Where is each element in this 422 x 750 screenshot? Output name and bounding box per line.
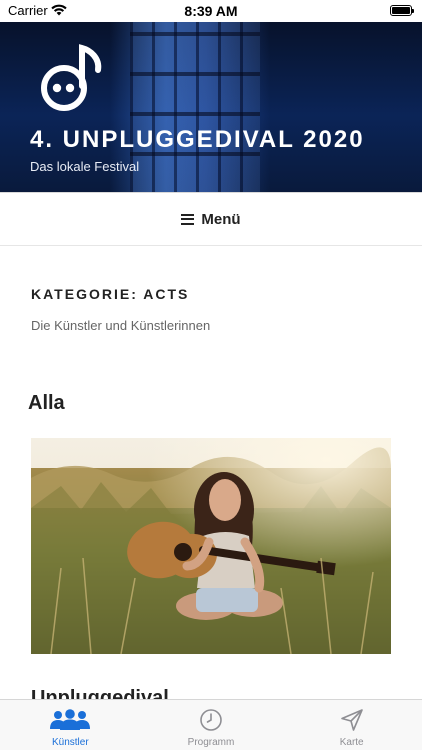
menu-bar: Menü bbox=[0, 192, 422, 246]
menu-button[interactable]: Menü bbox=[181, 210, 241, 228]
site-header: 4. UNPLUGGEDIVAL 2020 Das lokale Festiva… bbox=[0, 22, 422, 192]
tab-kuenstler[interactable]: Künstler bbox=[0, 700, 141, 750]
post-title[interactable]: Alla bbox=[28, 392, 65, 415]
tab-label-karte: Karte bbox=[339, 737, 364, 748]
category-title: KATEGORIE: ACTS bbox=[31, 286, 190, 302]
tab-programm[interactable]: Programm bbox=[141, 700, 282, 750]
tab-karte[interactable]: Karte bbox=[281, 700, 422, 750]
tab-label-programm: Programm bbox=[187, 737, 235, 748]
artist-photo[interactable] bbox=[31, 438, 391, 654]
main-content[interactable]: KATEGORIE: ACTS Die Künstler und Künstle… bbox=[0, 247, 422, 699]
category-description: Die Künstler und Künstlerinnen bbox=[31, 318, 211, 333]
menu-label: Menü bbox=[201, 210, 241, 228]
status-bar: Carrier 8:39 AM bbox=[0, 0, 422, 22]
site-subtitle: Das lokale Festival bbox=[30, 159, 140, 174]
people-icon bbox=[49, 708, 91, 732]
music-note-face-logo[interactable] bbox=[40, 42, 104, 112]
navigation-arrow-icon bbox=[340, 708, 364, 732]
next-post-title[interactable]: Unpluggedival bbox=[31, 687, 169, 699]
clock-time: 8:39 AM bbox=[184, 3, 238, 19]
clock-icon bbox=[199, 708, 223, 732]
site-title[interactable]: 4. UNPLUGGEDIVAL 2020 bbox=[30, 126, 365, 154]
hamburger-icon bbox=[181, 213, 195, 225]
battery-icon bbox=[390, 5, 414, 16]
tab-bar: Künstler Programm Karte bbox=[0, 699, 422, 750]
tab-label-kuenstler: Künstler bbox=[51, 737, 89, 748]
